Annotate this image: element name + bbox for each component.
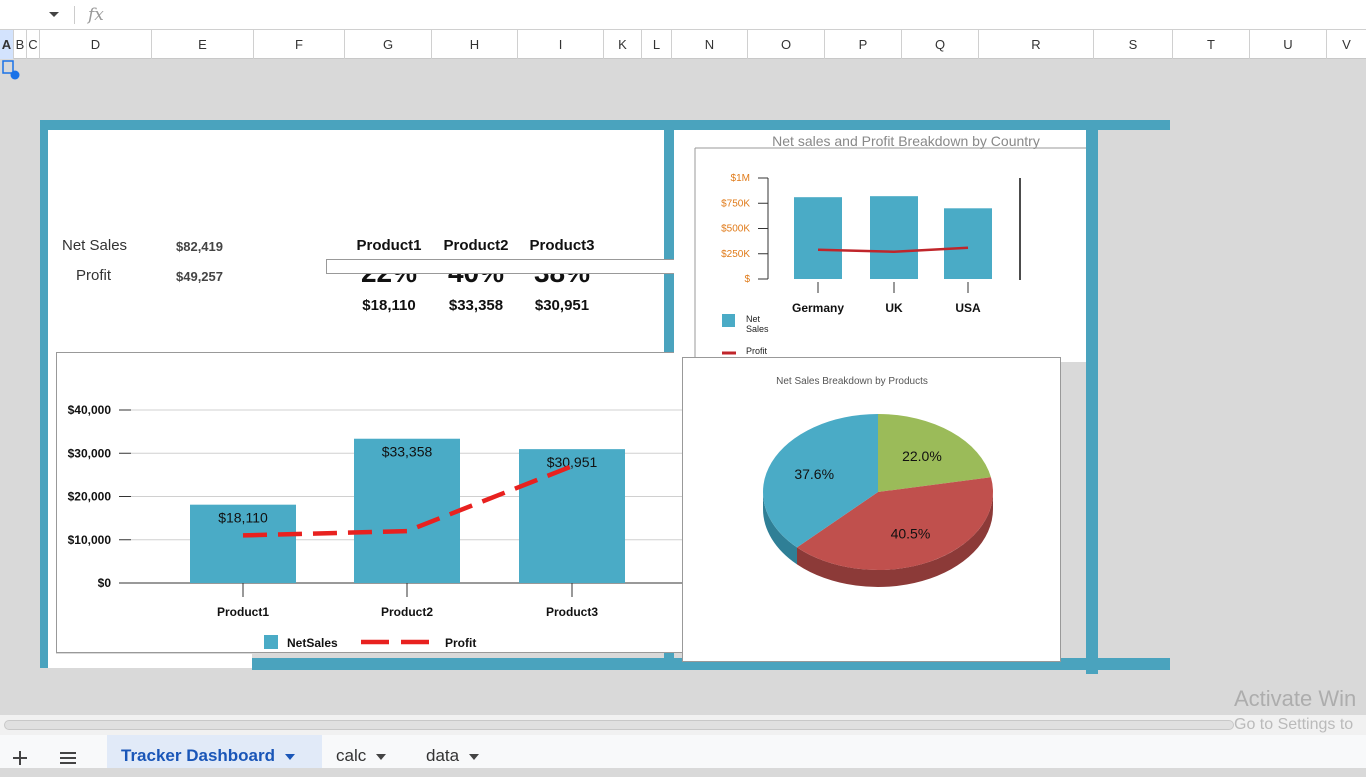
main-bar-chart[interactable]: $0 $10,000 $20,000 $30,000 $40,000 $18,110 Pro… <box>56 352 684 653</box>
column-header-s[interactable]: S <box>1094 30 1173 59</box>
column-header-a[interactable]: A <box>0 30 14 59</box>
column-header-l[interactable]: L <box>642 30 672 59</box>
product3-header: Product3 <box>529 237 595 254</box>
tab-label: calc <box>336 746 367 765</box>
pie-chart[interactable]: Net Sales Breakdown by Products 22.0% 40.5… <box>682 357 1061 662</box>
cell-selection-handle[interactable] <box>2 60 22 82</box>
formula-separator <box>74 6 75 24</box>
chevron-down-icon[interactable] <box>469 753 480 760</box>
name-box-dropdown-icon[interactable] <box>48 8 60 20</box>
floating-textbox[interactable] <box>326 259 724 274</box>
tab-data[interactable]: data <box>412 735 502 768</box>
main-chart-data-label: $33,358 <box>382 444 433 460</box>
pie-slice-label: 40.5% <box>891 525 931 541</box>
main-chart-xtick-label: Product3 <box>546 605 598 619</box>
sheet-grid[interactable]: Net Sales $82,419 Profit $49,257 Product… <box>0 60 1366 715</box>
chevron-down-icon[interactable] <box>285 753 296 760</box>
dashboard-frame-left <box>40 120 48 668</box>
main-chart-ytick-label: $40,000 <box>68 403 112 417</box>
column-header-n[interactable]: N <box>672 30 748 59</box>
column-header-r[interactable]: R <box>979 30 1094 59</box>
scrollbar-thumb[interactable] <box>4 720 1234 730</box>
column-header-f[interactable]: F <box>254 30 345 59</box>
country-chart-title: Net sales and Profit Breakdown by Countr… <box>772 133 1040 149</box>
column-header-c[interactable]: C <box>27 30 40 59</box>
main-chart-data-label: $30,951 <box>547 454 598 470</box>
column-header-u[interactable]: U <box>1250 30 1327 59</box>
country-chart-xtick-label: Germany <box>792 301 844 315</box>
main-chart-xtick-label: Product1 <box>217 605 269 619</box>
legend-netsales-swatch <box>264 635 278 649</box>
country-chart-ytick-label: $250K <box>721 249 750 260</box>
chevron-down-icon[interactable] <box>376 753 387 760</box>
column-header-v[interactable]: V <box>1327 30 1366 59</box>
activation-watermark-line2: Go to Settings to <box>1234 716 1354 733</box>
net-sales-value: $82,419 <box>176 239 223 254</box>
main-chart-ytick-label: $30,000 <box>68 446 112 460</box>
panel-left-filler <box>48 352 56 668</box>
dashboard-frame-top <box>40 120 1170 130</box>
tab-label: data <box>426 746 460 765</box>
column-header-d[interactable]: D <box>40 30 152 59</box>
tab-tracker-dashboard[interactable]: Tracker Dashboard <box>107 735 322 768</box>
product2-amount: $33,358 <box>448 297 504 314</box>
profit-value: $49,257 <box>176 269 223 284</box>
legend-profit-label: Profit <box>445 636 476 650</box>
pie-chart-title: Net Sales Breakdown by Products <box>776 376 928 387</box>
column-header-k[interactable]: K <box>604 30 642 59</box>
column-header-q[interactable]: Q <box>902 30 979 59</box>
net-sales-label: Net Sales <box>62 237 128 254</box>
product2-header: Product2 <box>443 237 509 254</box>
column-headers: ABCDEFGHIKLNOPQRSTUV <box>0 30 1366 59</box>
column-header-g[interactable]: G <box>345 30 432 59</box>
column-header-b[interactable]: B <box>14 30 27 59</box>
column-header-h[interactable]: H <box>432 30 518 59</box>
main-chart-bar <box>354 438 460 583</box>
tab-calc[interactable]: calc <box>322 735 410 768</box>
country-chart-ytick-label: $750K <box>721 198 750 209</box>
product1-amount: $18,110 <box>362 297 416 314</box>
column-header-t[interactable]: T <box>1173 30 1250 59</box>
legend-netsales-label: NetSales <box>287 636 338 650</box>
formula-bar: fx <box>0 0 1366 30</box>
country-chart-ytick-label: $500K <box>721 224 750 235</box>
sheet-list-icon[interactable] <box>59 751 77 765</box>
country-chart-bar <box>870 196 918 279</box>
column-header-e[interactable]: E <box>152 30 254 59</box>
country-chart-xtick-label: USA <box>955 301 981 315</box>
column-header-p[interactable]: P <box>825 30 902 59</box>
add-sheet-icon[interactable] <box>12 750 28 766</box>
main-chart-ytick-label: $10,000 <box>68 533 112 547</box>
tab-label: Tracker Dashboard <box>121 746 276 765</box>
pie-slice-label: 22.0% <box>902 448 942 464</box>
country-chart-bar <box>794 197 842 279</box>
country-chart-bar <box>944 208 992 279</box>
main-chart-ytick-label: $20,000 <box>68 490 112 504</box>
country-chart-xtick-label: UK <box>885 301 903 315</box>
fx-icon[interactable]: fx <box>88 5 104 25</box>
country-legend-netsales-label: Net Sales <box>746 314 769 334</box>
country-legend-profit-label: Profit <box>746 346 768 356</box>
panel-bottom-filler <box>48 654 252 668</box>
country-chart-ytick-label: $ <box>744 274 750 285</box>
horizontal-scrollbar[interactable] <box>0 715 1366 735</box>
sheet-tab-bar: Tracker Dashboard calc data <box>0 735 1366 768</box>
profit-label: Profit <box>76 267 112 284</box>
activation-watermark-line1: Activate Win <box>1234 686 1357 711</box>
country-chart[interactable]: Net sales and Profit Breakdown by Countr… <box>674 130 1086 360</box>
column-header-o[interactable]: O <box>748 30 825 59</box>
product1-header: Product1 <box>356 237 422 254</box>
country-chart-ytick-label: $1M <box>731 173 750 184</box>
main-chart-data-label: $18,110 <box>218 510 268 526</box>
main-chart-xtick-label: Product2 <box>381 605 433 619</box>
pie-slice-label: 37.6% <box>794 466 834 482</box>
column-header-i[interactable]: I <box>518 30 604 59</box>
country-legend-netsales-swatch <box>722 314 735 327</box>
product3-amount: $30,951 <box>534 297 590 314</box>
main-chart-ytick-label: $0 <box>98 576 112 590</box>
dashboard-frame-right <box>1086 120 1098 674</box>
